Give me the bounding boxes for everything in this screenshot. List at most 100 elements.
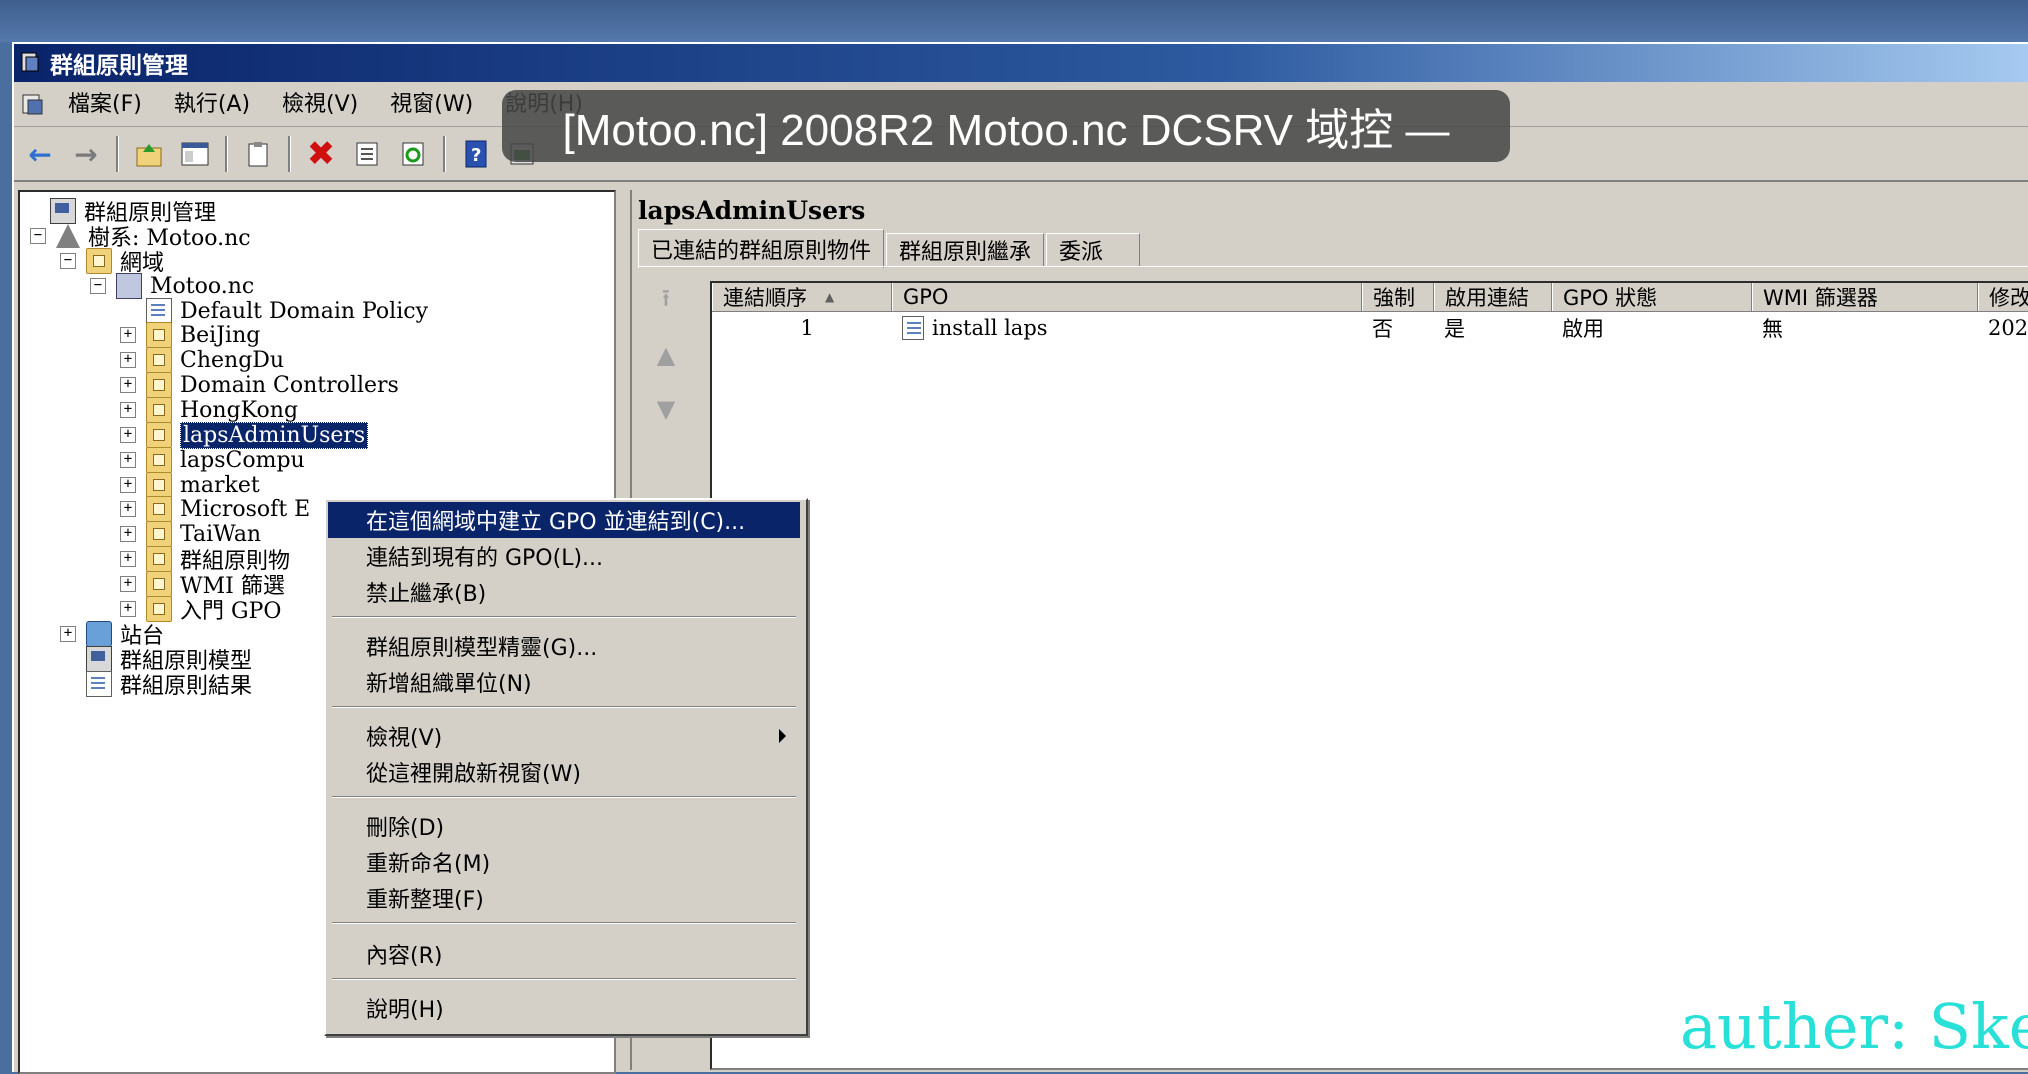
show-hide-tree-icon[interactable] bbox=[175, 134, 215, 174]
expand-icon[interactable]: + bbox=[120, 352, 136, 368]
expand-icon[interactable]: + bbox=[120, 576, 136, 592]
expand-icon[interactable]: + bbox=[120, 526, 136, 542]
table-row[interactable]: 1 install laps 否 是 啟用 無 202 bbox=[712, 313, 2028, 343]
up-folder-icon[interactable] bbox=[129, 134, 169, 174]
menu-gp-modeling-wizard[interactable]: 群組原則模型精靈(G)... bbox=[328, 628, 800, 664]
tree-label: Motoo.nc bbox=[150, 273, 255, 299]
submenu-arrow-icon bbox=[779, 729, 786, 743]
col-link-enabled[interactable]: 啟用連結 bbox=[1434, 283, 1552, 311]
tree-label: Microsoft E bbox=[180, 496, 311, 522]
move-down-icon[interactable]: ▼ bbox=[646, 389, 686, 429]
help-icon[interactable]: ? bbox=[456, 134, 496, 174]
tree-label: 入門 GPO bbox=[180, 599, 282, 624]
expand-icon[interactable]: + bbox=[120, 377, 136, 393]
move-top-icon[interactable]: ⭱ bbox=[646, 281, 686, 321]
sort-asc-icon: ▲ bbox=[825, 290, 835, 304]
menu-separator bbox=[332, 616, 796, 618]
link-order-controls: ⭱ ▲ ▼ bbox=[646, 281, 706, 443]
toolbar-separator bbox=[225, 136, 228, 172]
svg-text:?: ? bbox=[471, 145, 481, 166]
tree-label: BeiJing bbox=[180, 322, 261, 348]
tree-gp-results[interactable]: 群組原則結果 bbox=[60, 669, 252, 699]
menu-refresh[interactable]: 重新整理(F) bbox=[328, 880, 800, 916]
menu-separator bbox=[332, 796, 796, 798]
menu-separator bbox=[332, 978, 796, 980]
menu-help-item[interactable]: 說明(H) bbox=[328, 990, 800, 1026]
menu-create-link-gpo[interactable]: 在這個網域中建立 GPO 並連結到(C)... bbox=[328, 502, 800, 538]
col-link-order[interactable]: 連結順序 ▲ bbox=[712, 283, 892, 311]
tab-strip: 已連結的群組原則物件 群組原則繼承 委派 bbox=[638, 229, 1142, 268]
menu-properties[interactable]: 內容(R) bbox=[328, 936, 800, 972]
menu-view-submenu[interactable]: 檢視(V) bbox=[328, 718, 800, 754]
cell-wmi-filter: 無 bbox=[1762, 317, 1783, 341]
menu-new-ou[interactable]: 新增組織單位(N) bbox=[328, 664, 800, 700]
author-watermark: auther: Ske bbox=[1680, 990, 2028, 1063]
toolbar-separator bbox=[443, 136, 446, 172]
forward-arrow-icon[interactable]: → bbox=[66, 134, 106, 174]
expand-icon[interactable]: + bbox=[60, 626, 76, 642]
menu-rename[interactable]: 重新命名(M) bbox=[328, 844, 800, 880]
details-pane: lapsAdminUsers 已連結的群組原則物件 群組原則繼承 委派 ⭱ ▲ … bbox=[630, 190, 2028, 1070]
move-up-icon[interactable]: ▲ bbox=[646, 335, 686, 375]
menu-link-existing-gpo[interactable]: 連結到現有的 GPO(L)... bbox=[328, 538, 800, 574]
tree-label: lapsCompu bbox=[180, 447, 305, 473]
ou-title: lapsAdminUsers bbox=[638, 196, 866, 225]
col-gpo[interactable]: GPO bbox=[892, 283, 1362, 311]
menu-block-inheritance[interactable]: 禁止繼承(B) bbox=[328, 574, 800, 610]
menu-file[interactable]: 檔案(F) bbox=[52, 85, 158, 125]
toolbar-separator bbox=[288, 136, 291, 172]
collapse-icon[interactable]: − bbox=[60, 253, 76, 269]
menu-action[interactable]: 執行(A) bbox=[158, 85, 266, 125]
refresh-icon[interactable] bbox=[393, 134, 433, 174]
tree-label: 群組原則結果 bbox=[120, 674, 253, 699]
menu-delete[interactable]: 刪除(D) bbox=[328, 808, 800, 844]
back-arrow-icon[interactable]: ← bbox=[20, 134, 60, 174]
expand-icon[interactable]: + bbox=[120, 427, 136, 443]
gpo-link-icon bbox=[902, 316, 924, 340]
results-icon bbox=[86, 671, 112, 697]
menu-new-window-from-here[interactable]: 從這裡開啟新視窗(W) bbox=[328, 754, 800, 790]
expand-icon[interactable]: + bbox=[120, 327, 136, 343]
tab-gp-inheritance[interactable]: 群組原則繼承 bbox=[886, 233, 1045, 266]
toolbar-separator bbox=[116, 136, 119, 172]
gpmc-app-icon bbox=[20, 51, 42, 75]
window-title: 群組原則管理 bbox=[50, 53, 188, 79]
tree-label: Domain Controllers bbox=[180, 372, 399, 398]
expand-icon[interactable]: + bbox=[120, 551, 136, 567]
title-bar[interactable]: 群組原則管理 bbox=[14, 44, 2028, 82]
col-modified[interactable]: 修改 bbox=[1978, 283, 2028, 311]
cell-link-enabled: 是 bbox=[1444, 317, 1465, 341]
tab-linked-gpos[interactable]: 已連結的群組原則物件 bbox=[638, 229, 885, 268]
cell-gpo: install laps bbox=[892, 313, 1362, 343]
cell-enforced: 否 bbox=[1372, 317, 1393, 341]
expand-icon[interactable]: + bbox=[120, 601, 136, 617]
menu-separator bbox=[332, 706, 796, 708]
tab-delegation[interactable]: 委派 bbox=[1046, 233, 1141, 266]
menu-window[interactable]: 視窗(W) bbox=[374, 85, 489, 125]
expand-icon[interactable]: + bbox=[120, 477, 136, 493]
cell-modified: 202 bbox=[1988, 316, 2028, 340]
collapse-icon[interactable]: − bbox=[30, 228, 46, 244]
linked-gpo-table: 連結順序 ▲ GPO 強制 啟用連結 GPO 狀態 WMI 篩選器 修改 1 in… bbox=[710, 281, 2028, 1070]
expand-icon[interactable]: + bbox=[120, 402, 136, 418]
col-wmi-filter[interactable]: WMI 篩選器 bbox=[1752, 283, 1978, 311]
cell-order: 1 bbox=[800, 316, 814, 340]
col-enforced[interactable]: 強制 bbox=[1362, 283, 1434, 311]
forest-icon bbox=[56, 224, 80, 248]
col-gpo-status[interactable]: GPO 狀態 bbox=[1552, 283, 1752, 311]
expand-icon[interactable]: + bbox=[120, 501, 136, 517]
properties-icon[interactable] bbox=[347, 134, 387, 174]
remote-session-banner: [Motoo.nc] 2008R2 Motoo.nc DCSRV 域控 — bbox=[502, 90, 1510, 162]
menu-separator bbox=[332, 922, 796, 924]
table-header: 連結順序 ▲ GPO 強制 啟用連結 GPO 狀態 WMI 篩選器 修改 bbox=[712, 283, 2028, 312]
expand-icon[interactable]: + bbox=[120, 452, 136, 468]
collapse-icon[interactable]: − bbox=[90, 278, 106, 294]
console-menu-icon[interactable] bbox=[20, 92, 48, 118]
menu-view[interactable]: 檢視(V) bbox=[266, 85, 374, 125]
cell-gpo-status: 啟用 bbox=[1562, 317, 1604, 341]
desktop-background bbox=[0, 0, 2028, 42]
tree-label: ChengDu bbox=[180, 347, 285, 373]
clipboard-icon[interactable] bbox=[238, 134, 278, 174]
tab-panel: ⭱ ▲ ▼ 連結順序 ▲ GPO 強制 啟用連結 GPO 狀態 WMI 篩選器 修… bbox=[638, 266, 2028, 1070]
delete-icon[interactable]: ✖ bbox=[301, 134, 341, 174]
